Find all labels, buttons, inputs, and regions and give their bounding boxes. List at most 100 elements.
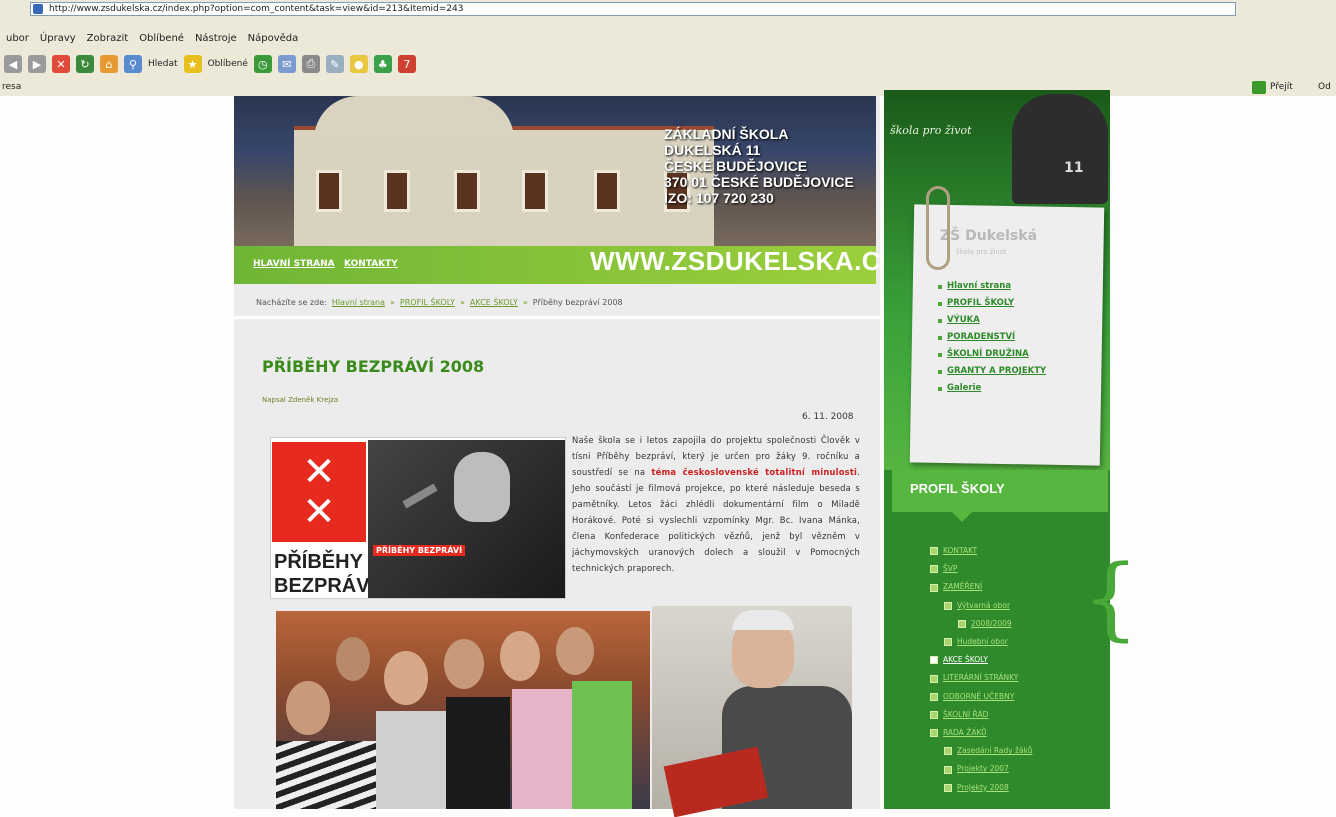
- breadcrumb-current: Příběhy bezpráví 2008: [532, 298, 623, 307]
- profil-menu-label: ZAMĚŘENÍ: [943, 582, 983, 592]
- profil-menu-item[interactable]: 2008/2009: [930, 615, 1032, 633]
- breadcrumb-prefix: Nacházíte se zde:: [256, 298, 327, 307]
- breadcrumb-separator-icon: »: [460, 298, 465, 307]
- hoodie-image: [1012, 94, 1108, 204]
- bullet-icon: [944, 765, 952, 774]
- go-arrow-icon[interactable]: [1252, 81, 1266, 94]
- bullet-icon: [930, 656, 938, 665]
- search-icon[interactable]: ⚲: [124, 55, 142, 73]
- breadcrumb-akce[interactable]: AKCE ŠKOLY: [470, 298, 518, 307]
- profil-menu-item[interactable]: AKCE ŠKOLY: [930, 651, 1032, 669]
- main-menu-item-druzina[interactable]: ŠKOLNÍ DRUŽINA: [938, 346, 1046, 363]
- profil-menu-item[interactable]: LITERÁRNÍ STRÁNKY: [930, 669, 1032, 687]
- menu-item[interactable]: Nástroje: [195, 33, 237, 44]
- profil-menu-item[interactable]: ODBORNÉ UČEBNY: [930, 688, 1032, 706]
- poster-label: PŘÍBĚHY BEZPRÁVÍ: [373, 545, 466, 556]
- article-body: Naše škola se i letos zapojila do projek…: [572, 432, 860, 576]
- poster-title-line2: BEZPRÁVÍ: [274, 575, 376, 597]
- stop-icon[interactable]: ✕: [52, 55, 70, 73]
- address-bar: resa: [0, 78, 1336, 96]
- bullet-icon: [944, 747, 952, 756]
- profil-menu-item[interactable]: Zasedání Rady žáků: [930, 742, 1032, 760]
- poster-title-line1: PŘÍBĚHY: [274, 551, 363, 573]
- profil-menu-item[interactable]: ŠVP: [930, 560, 1032, 578]
- nav-contacts-link[interactable]: KONTAKTY: [344, 259, 398, 269]
- menu-item[interactable]: Oblíbené: [139, 33, 184, 44]
- profil-menu-label: LITERÁRNÍ STRÁNKY: [943, 673, 1019, 683]
- profil-menu-label: Hudební obor: [957, 637, 1008, 647]
- page-icon: [33, 4, 43, 14]
- links-label: Od: [1318, 82, 1331, 92]
- menu-item[interactable]: ubor: [6, 33, 29, 44]
- main-menu-item-poradenstvi[interactable]: PORADENSTVÍ: [938, 329, 1046, 346]
- profil-menu-item[interactable]: RADA ŽÁKŮ: [930, 724, 1032, 742]
- profil-menu-label: ŠVP: [943, 564, 958, 574]
- poster-face: [454, 452, 510, 522]
- bullet-icon: [930, 547, 938, 556]
- section-title: PROFIL ŠKOLY: [910, 481, 1005, 496]
- forward-icon[interactable]: ▶: [28, 55, 46, 73]
- profil-menu-label: Výtvarná obor: [957, 600, 1011, 610]
- address-input[interactable]: http://www.zsdukelska.cz/index.php?optio…: [30, 2, 1236, 16]
- divider: [234, 316, 880, 319]
- favorites-button[interactable]: Oblíbené: [208, 59, 248, 69]
- speaker-hair: [732, 610, 794, 630]
- school-city: ČESKÉ BUDĚJOVICE: [664, 158, 808, 174]
- profil-menu-item[interactable]: KONTAKT: [930, 542, 1032, 560]
- search-button[interactable]: Hledat: [148, 59, 178, 69]
- school-street: DUKELSKÁ 11: [664, 142, 761, 158]
- research-icon[interactable]: ♣: [373, 55, 392, 73]
- edit-icon[interactable]: ✎: [325, 55, 344, 73]
- calendar-icon[interactable]: 7: [397, 55, 416, 73]
- site-url: WWW.ZSDUKELSKA.CZ/: [590, 246, 906, 276]
- main-menu-item-profil[interactable]: PROFIL ŠKOLY: [938, 295, 1046, 312]
- bullet-icon: [930, 565, 938, 574]
- menu-item[interactable]: Zobrazit: [87, 33, 129, 44]
- back-icon[interactable]: ◀: [4, 55, 22, 73]
- refresh-icon[interactable]: ↻: [76, 55, 94, 73]
- article-date: 6. 11. 2008: [802, 412, 854, 422]
- bullet-icon: [930, 729, 938, 738]
- nav-home-link[interactable]: HLAVNÍ STRANA: [253, 259, 335, 269]
- go-button[interactable]: Přejít: [1270, 82, 1293, 92]
- article-body-text-end: . Jeho součástí je filmová projekce, po …: [572, 467, 860, 573]
- history-icon[interactable]: ◷: [253, 55, 272, 73]
- address-label: resa: [2, 82, 22, 92]
- school-zip: 370 01 ČESKÉ BUDĚJOVICE: [664, 174, 854, 190]
- browser-menubar: ubor Úpravy Zobrazit Oblíbené Nástroje Nápově…: [0, 28, 298, 48]
- breadcrumb-profil[interactable]: PROFIL ŠKOLY: [400, 298, 455, 307]
- profil-menu-item[interactable]: ŠKOLNÍ ŘÁD: [930, 706, 1032, 724]
- star-icon[interactable]: ★: [183, 55, 202, 73]
- browser-toolbar: ◀ ▶ ✕ ↻ ⌂ ⚲ Hledat ★ Oblíbené ◷ ✉ ⎙ ✎ ● …: [0, 50, 1336, 78]
- messenger-icon[interactable]: ●: [349, 55, 368, 73]
- school-izo: IZO: 107 720 230: [664, 190, 774, 206]
- bullet-icon: [930, 583, 938, 592]
- main-menu-item-granty[interactable]: GRANTY A PROJEKTY: [938, 363, 1046, 380]
- breadcrumb: Nacházíte se zde: Hlavní strana » PROFIL…: [256, 298, 623, 307]
- main-menu-item-galerie[interactable]: Galerie: [938, 380, 1046, 397]
- profil-menu-label: ODBORNÉ UČEBNY: [943, 691, 1015, 701]
- profil-menu-item[interactable]: Výtvarná obor: [930, 597, 1032, 615]
- school-building-image: [294, 96, 714, 256]
- profil-menu-label: Projekty 2008: [957, 782, 1009, 792]
- home-icon[interactable]: ⌂: [100, 55, 118, 73]
- profil-menu-label: Projekty 2007: [957, 764, 1009, 774]
- profil-menu-item[interactable]: Projekty 2007: [930, 760, 1032, 778]
- article-body-highlight: téma československé totalitní minulosti: [651, 467, 858, 477]
- poster-title: PŘÍBĚHY BEZPRÁVÍ: [274, 550, 375, 598]
- bullet-icon: [930, 674, 938, 683]
- decorative-brace-icon: {: [1082, 546, 1140, 651]
- paperclip-icon: [926, 186, 950, 270]
- menu-item[interactable]: Nápověda: [248, 33, 299, 44]
- profil-menu-item[interactable]: ZAMĚŘENÍ: [930, 578, 1032, 596]
- profil-menu-label: AKCE ŠKOLY: [943, 655, 988, 665]
- bullet-icon: [944, 638, 952, 647]
- mail-icon[interactable]: ✉: [277, 55, 296, 73]
- profil-menu-item[interactable]: Projekty 2008: [930, 779, 1032, 797]
- breadcrumb-home[interactable]: Hlavní strana: [332, 298, 385, 307]
- menu-item[interactable]: Úpravy: [40, 33, 76, 44]
- profil-menu-item[interactable]: Hudební obor: [930, 633, 1032, 651]
- main-menu-item-vyuka[interactable]: VÝUKA: [938, 312, 1046, 329]
- print-icon[interactable]: ⎙: [301, 55, 320, 73]
- main-menu-item-home[interactable]: Hlavní strana: [938, 278, 1046, 295]
